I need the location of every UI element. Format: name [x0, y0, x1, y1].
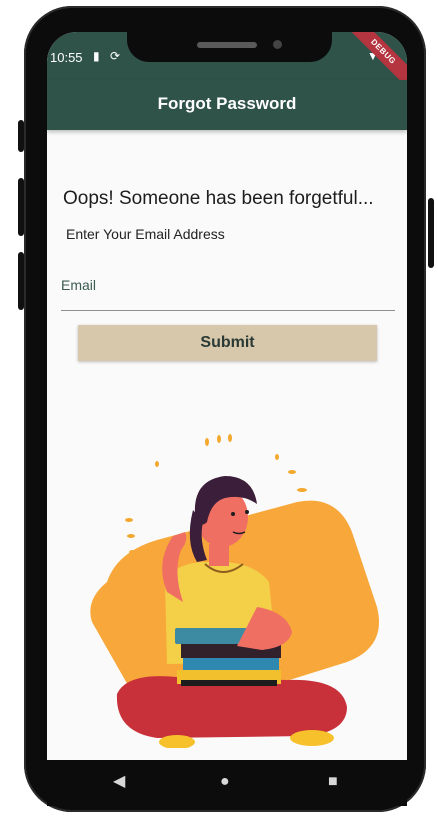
- volume-up-button: [18, 178, 24, 236]
- status-time: 10:55: [50, 50, 83, 65]
- home-icon[interactable]: ●: [220, 774, 230, 790]
- page-title: Forgot Password: [157, 94, 297, 113]
- speaker-grille: [197, 42, 257, 48]
- sd-card-icon: ▮: [93, 49, 100, 63]
- volume-down-button: [18, 252, 24, 310]
- system-navigation-bar: ◀ ● ■: [47, 760, 407, 806]
- sync-icon: ⟳: [110, 49, 121, 63]
- app-screen: 10:55 ▮ ⟳ ▼ ▲ DEBUG Forgot Password Oops…: [47, 32, 407, 760]
- app-bar: Forgot Password: [47, 80, 407, 130]
- power-button: [428, 198, 434, 268]
- recents-icon[interactable]: ■: [328, 774, 338, 790]
- submit-button[interactable]: Submit: [78, 325, 377, 361]
- front-camera: [273, 40, 282, 49]
- volume-button: [18, 120, 24, 152]
- status-bar: 10:55 ▮ ⟳ ▼ ▲ DEBUG: [47, 32, 407, 91]
- email-field-underline: [61, 310, 395, 311]
- email-field[interactable]: Email: [61, 277, 96, 293]
- camera-notch: [127, 32, 332, 62]
- forgot-heading: Oops! Someone has been forgetful...: [63, 188, 374, 209]
- thinking-woman-illustration: [47, 432, 407, 748]
- back-icon[interactable]: ◀: [113, 774, 125, 790]
- email-instruction: Enter Your Email Address: [66, 226, 225, 242]
